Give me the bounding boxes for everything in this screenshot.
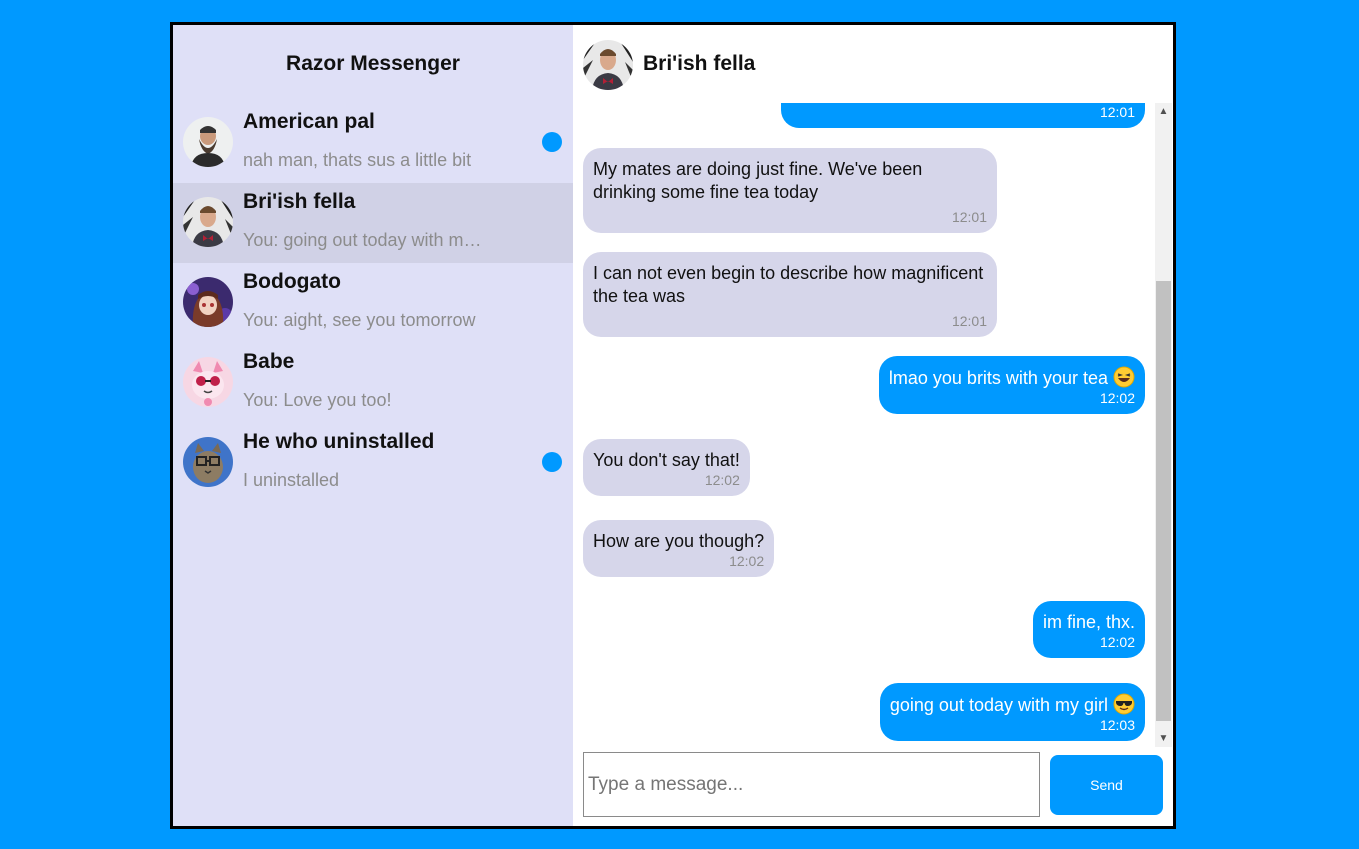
contact-name: Bri'ish fella bbox=[243, 190, 356, 213]
message-text: going out today with my girl bbox=[889, 695, 1108, 715]
contact-name: Bodogato bbox=[243, 270, 341, 293]
grinning-squinting-face-icon bbox=[1113, 366, 1135, 388]
scroll-down-icon[interactable]: ▼ bbox=[1155, 730, 1172, 747]
contact-babe[interactable]: Babe You: Love you too! bbox=[173, 343, 573, 423]
message-time: 12:01 bbox=[951, 313, 987, 329]
message-text: lmao you brits with your tea bbox=[888, 368, 1108, 388]
message-incoming: My mates are doing just fine. We've been… bbox=[583, 148, 997, 233]
contact-name: Babe bbox=[243, 350, 295, 373]
messenger-window: Razor Messenger American pal nah man, th… bbox=[170, 22, 1176, 829]
contact-preview: You: aight, see you tomorrow bbox=[243, 310, 476, 330]
contact-he-who-uninstalled[interactable]: He who uninstalled I uninstalled bbox=[173, 423, 573, 503]
message-text: You don't say that! bbox=[593, 450, 740, 470]
contact-preview: You: going out today with my girl 😎 bbox=[243, 230, 489, 250]
contact-briish-fella[interactable]: Bri'ish fella You: going out today with … bbox=[173, 183, 573, 263]
message-time: 12:03 bbox=[1099, 717, 1135, 733]
contact-preview: You: Love you too! bbox=[243, 390, 392, 410]
scroll-up-icon[interactable]: ▲ bbox=[1155, 103, 1172, 120]
cat-glasses-avatar bbox=[183, 437, 233, 487]
bearded-man-avatar bbox=[183, 117, 233, 167]
chat-header: Bri'ish fella bbox=[573, 25, 1173, 103]
pink-cat-avatar bbox=[183, 357, 233, 407]
app-title: Razor Messenger bbox=[286, 52, 460, 75]
message-time: 12:02 bbox=[729, 553, 765, 569]
contact-american-pal[interactable]: American pal nah man, thats sus a little… bbox=[173, 103, 573, 183]
chat-title: Bri'ish fella bbox=[643, 52, 756, 75]
message-time: 12:01 bbox=[951, 209, 987, 225]
message-input[interactable] bbox=[583, 752, 1040, 817]
message-incoming: How are you though? 12:02 bbox=[583, 520, 775, 577]
message-outgoing: lmao you brits with your tea 12:02 bbox=[878, 356, 1145, 414]
smiling-face-with-sunglasses-icon bbox=[1113, 693, 1135, 715]
message-text: im fine, thx. bbox=[1042, 612, 1135, 632]
message-outgoing: im fine, thx. 12:02 bbox=[1032, 601, 1145, 658]
message-outgoing: going out today with my girl 12:03 bbox=[879, 683, 1145, 741]
chat-panel: Bri'ish fella 12:01 My mates are doing j… bbox=[573, 25, 1173, 826]
contact-preview: nah man, thats sus a little bit bbox=[243, 150, 472, 170]
send-button[interactable]: Send bbox=[1050, 755, 1163, 815]
message-time: 12:02 bbox=[1099, 390, 1135, 406]
contact-name: He who uninstalled bbox=[243, 430, 435, 453]
contact-preview: I uninstalled bbox=[243, 470, 340, 490]
message-text: My mates are doing just fine. We've been… bbox=[593, 159, 923, 202]
contact-name: American pal bbox=[243, 110, 375, 133]
scrollbar-thumb[interactable] bbox=[1156, 281, 1171, 721]
message-text: I can not even begin to describe how mag… bbox=[593, 263, 984, 306]
british-man-avatar bbox=[183, 197, 233, 247]
message-text: How are you though? bbox=[593, 531, 765, 551]
message-incoming: I can not even begin to describe how mag… bbox=[583, 252, 997, 337]
message-incoming: You don't say that! 12:02 bbox=[583, 439, 750, 496]
contact-bodogato[interactable]: Bodogato You: aight, see you tomorrow bbox=[173, 263, 573, 343]
message-scrollbar[interactable]: ▲ ▼ bbox=[1155, 103, 1172, 747]
message-time: 12:02 bbox=[704, 472, 740, 488]
message-list[interactable]: 12:01 My mates are doing just fine. We'v… bbox=[573, 103, 1155, 747]
unread-indicator bbox=[542, 452, 562, 472]
message-outgoing: 12:01 bbox=[781, 103, 1145, 128]
contacts-sidebar: Razor Messenger American pal nah man, th… bbox=[173, 25, 573, 826]
unread-indicator bbox=[542, 132, 562, 152]
message-time: 12:02 bbox=[1099, 634, 1135, 650]
message-time: 12:01 bbox=[1099, 104, 1135, 120]
anime-girl-avatar bbox=[183, 277, 233, 327]
message-composer: Send bbox=[573, 747, 1173, 826]
british-man-avatar[interactable] bbox=[583, 40, 633, 90]
